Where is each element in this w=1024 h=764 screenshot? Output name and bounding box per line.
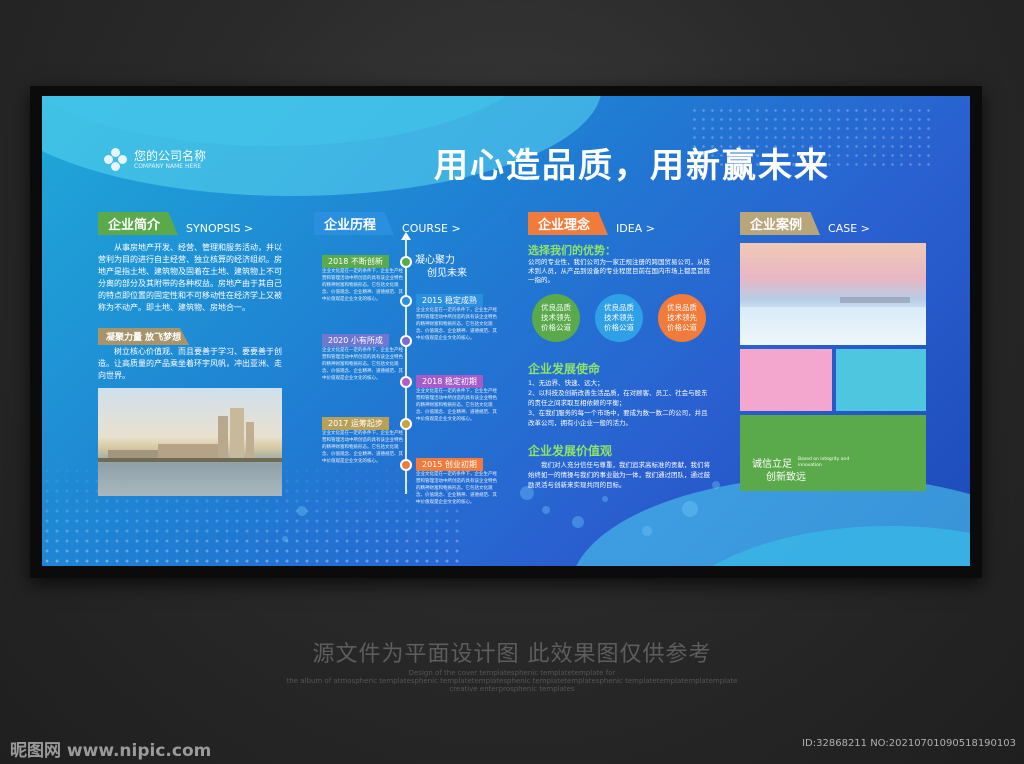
case-slogan-en: Based on integrity and innovation (798, 457, 850, 468)
timeline-dot (400, 418, 412, 430)
course-slogan-1: 凝心聚力 (415, 255, 455, 266)
timeline-dot (400, 459, 412, 471)
advantage-circle: 优良品质技术领先价格公道 (595, 294, 643, 342)
timeline-text: 企业文化是在一定的条件下，企业生产经营和管理活动中所创造的具有该企业特色的精神财… (416, 472, 497, 505)
advantage-circle: 优良品质技术领先价格公道 (658, 294, 706, 342)
synopsis-title-en: SYNOPSIS > (186, 222, 254, 235)
value-text: 我们对人充分信任与尊重，我们追求高标准的贡献，我们将始终如一的情操与我们的事业融… (528, 461, 710, 489)
timeline-dot (400, 335, 412, 347)
timeline-dot (400, 295, 412, 307)
synopsis-header: 企业简介 SYNOPSIS > (98, 212, 253, 235)
cyan-block (836, 349, 926, 411)
display-board: 您的公司名称 COMPANY NAME HERE 用心造品质，用新赢未来 企业简… (42, 96, 970, 566)
idea-header: 企业理念 IDEA > (528, 212, 655, 235)
case-slogan-1: 诚信立足 (752, 459, 792, 470)
course-slogan-2: 创见未来 (427, 268, 467, 279)
value-title: 企业发展价值观 (528, 444, 613, 458)
idea-title: 企业理念 (528, 212, 609, 235)
case-title-en: CASE > (828, 222, 870, 235)
footer-small-3: creative enterprosphenic templates (449, 685, 575, 693)
timeline-line (405, 238, 407, 494)
mission-title: 企业发展使命 (528, 362, 601, 376)
company-name-en: COMPANY NAME HERE (134, 162, 202, 170)
company-logo: 您的公司名称 COMPANY NAME HERE (104, 148, 206, 172)
site-watermark: 昵图网 www.nipic.com (10, 741, 212, 761)
city-photo (98, 388, 282, 496)
synopsis-text-2: 树立核心价值观、而且要善于学习、要要善于创造。让高质量的产品乘坐着环宇风帆，冲出… (98, 347, 282, 380)
timeline-text: 企业文化是在一定的条件下，企业生产经营和管理活动中所创造的具有该企业特色的精神财… (416, 389, 497, 422)
timeline-year: 2020 小有所成 (322, 334, 389, 347)
synopsis-text: 从事房地产开发、经营、管理和服务活动，并以营利为目的进行自主经营、独立核算的经济… (98, 243, 282, 312)
timeline-text: 企业文化是在一定的条件下，企业生产经营和管理活动中所创造的具有该企业特色的精神财… (322, 269, 403, 302)
timeline-dot (400, 376, 412, 388)
timeline-text: 企业文化是在一定的条件下，企业生产经营和管理活动中所创造的具有该企业特色的精神财… (416, 308, 497, 341)
headline: 用心造品质，用新赢未来 (434, 146, 830, 186)
case-slogan-2: 创新致远 (766, 472, 806, 483)
timeline-dot (400, 256, 412, 268)
timeline-year: 2015 稳定成熟 (416, 294, 483, 307)
timeline-text: 企业文化是在一定的条件下，企业生产经营和管理活动中所创造的具有该企业特色的精神财… (322, 348, 403, 381)
pink-block (740, 349, 832, 411)
image-id: ID:32868211 NO:20210701090518190103 (802, 738, 1016, 749)
footer-small-1: Design of the cover templatesphenic temp… (408, 669, 616, 677)
timeline-year: 2015 创业初期 (416, 458, 483, 471)
footer-note: 源文件为平面设计图 此效果图仅供参考 (312, 642, 712, 667)
mission-item: 2、以科技及创新改善生活品质，在对顾客、员工、社会与股东的责任之间求取互相依赖的… (528, 389, 708, 407)
sea-sky-photo (740, 243, 926, 345)
synopsis-title: 企业简介 (98, 212, 179, 235)
case-title: 企业案例 (740, 212, 821, 235)
advantage-text: 公司的专业性，我们公司为一家正规注册的跨国贸易公司，从技术到人员，从产品到设备的… (528, 258, 710, 284)
timeline-year: 2018 不断创新 (322, 255, 389, 268)
mission-item: 3、在我们服务的每一个市场中，要成为数一数二的公司，并且改革公司，拥有小企业一般… (528, 409, 708, 427)
mission-item: 1、无边界、快速、远大； (528, 379, 604, 387)
advantage-circle: 优良品质技术领先价格公道 (532, 294, 580, 342)
course-header: 企业历程 COURSE > (314, 212, 461, 235)
company-name: 您的公司名称 (134, 148, 207, 163)
timeline-text: 企业文化是在一定的条件下，企业生产经营和管理活动中所创造的具有该企业特色的精神财… (322, 431, 403, 464)
green-block: 诚信立足 创新致远 Based on integrity and innovat… (740, 415, 926, 491)
footer-small-2: the album of atmospheric templatesphenic… (286, 677, 738, 685)
synopsis-tag: 凝聚力量 放飞梦想 (98, 328, 190, 345)
idea-title-en: IDEA > (616, 222, 655, 235)
flower-logo-icon (104, 148, 128, 172)
mission-list: 1、无边界、快速、远大； 2、以科技及创新改善生活品质，在对顾客、员工、社会与股… (528, 378, 714, 428)
case-header: 企业案例 CASE > (740, 212, 870, 235)
cloud-sea (740, 307, 926, 345)
course-title: 企业历程 (314, 212, 395, 235)
timeline-year: 2017 运筹起步 (322, 417, 389, 430)
advantage-title: 选择我们的优势： (528, 244, 616, 257)
timeline-year: 2018 稳定初期 (416, 375, 483, 388)
